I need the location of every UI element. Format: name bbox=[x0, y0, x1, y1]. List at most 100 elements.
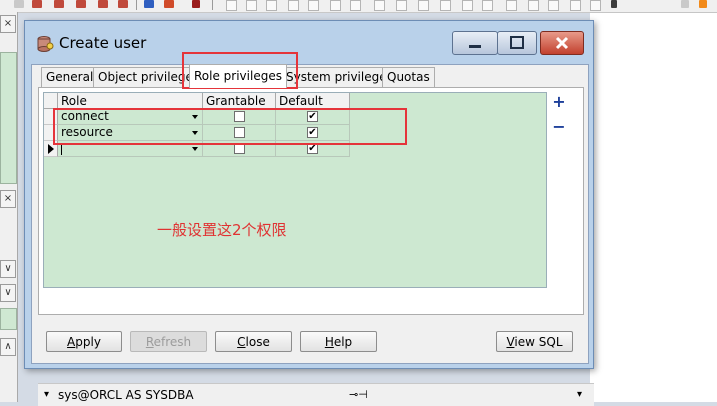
toolbar-icon[interactable] bbox=[350, 0, 361, 11]
tab-system-privileges[interactable]: System privileges bbox=[281, 67, 398, 87]
add-row-button[interactable]: + bbox=[552, 94, 566, 110]
pin-icon[interactable]: ⊸⊣ bbox=[349, 384, 368, 406]
background-left-panel: × × ∨ ∨ ∧ bbox=[0, 12, 18, 402]
grantable-checkbox[interactable] bbox=[234, 111, 245, 122]
close-button[interactable]: Close bbox=[215, 331, 292, 352]
dropdown-arrow-icon[interactable] bbox=[192, 147, 198, 151]
role-cell[interactable]: connect bbox=[58, 109, 203, 125]
dropdown-arrow-icon[interactable] bbox=[192, 115, 198, 119]
arrow-right-red-icon[interactable] bbox=[164, 0, 174, 8]
toolbar-icon[interactable] bbox=[548, 0, 559, 11]
dialog-title: Create user bbox=[59, 34, 147, 52]
toolbar-icon[interactable] bbox=[699, 0, 707, 8]
toolbar-icon[interactable] bbox=[681, 0, 689, 8]
toolbar-icon[interactable] bbox=[32, 0, 42, 8]
close-label: lose bbox=[245, 335, 270, 349]
row-indicator-current[interactable] bbox=[44, 141, 58, 157]
tab-general[interactable]: General bbox=[41, 67, 99, 87]
maximize-button[interactable] bbox=[497, 31, 537, 55]
toolbar-icon[interactable] bbox=[98, 0, 108, 8]
help-label: elp bbox=[333, 335, 353, 349]
row-indicator[interactable] bbox=[44, 109, 58, 125]
column-header-default[interactable]: Default bbox=[276, 93, 350, 109]
view-sql-button[interactable]: View SQL bbox=[496, 331, 573, 352]
toolbar-icon[interactable] bbox=[308, 0, 319, 11]
toolbar-icon[interactable] bbox=[246, 0, 257, 11]
chevron-down-icon[interactable]: ∨ bbox=[0, 284, 16, 302]
connection-status: sys@ORCL AS SYSDBA bbox=[58, 388, 194, 402]
remove-row-button[interactable]: − bbox=[552, 119, 566, 135]
role-value: resource bbox=[61, 125, 113, 139]
default-cell: ✔ bbox=[276, 125, 350, 141]
create-user-dialog: Create user General Object privileges Ro… bbox=[24, 20, 594, 406]
help-button[interactable]: Help bbox=[300, 331, 377, 352]
close-window-button[interactable] bbox=[540, 31, 584, 55]
toolbar-icon[interactable] bbox=[266, 0, 277, 11]
tab-object-privileges[interactable]: Object privileges bbox=[93, 67, 205, 87]
toolbar-icon[interactable] bbox=[590, 0, 601, 11]
stop-icon[interactable] bbox=[192, 0, 200, 8]
grid-header-corner bbox=[44, 93, 58, 109]
tab-role-privileges[interactable]: Role privileges bbox=[189, 64, 287, 88]
chevron-down-icon[interactable]: ▾ bbox=[44, 384, 49, 406]
arrow-right-blue-icon[interactable] bbox=[144, 0, 154, 8]
chevron-down-icon[interactable]: ∨ bbox=[0, 260, 16, 278]
grantable-checkbox[interactable] bbox=[234, 143, 245, 154]
default-cell: ✔ bbox=[276, 141, 350, 157]
toolbar-icon[interactable] bbox=[528, 0, 539, 11]
column-header-grantable[interactable]: Grantable bbox=[203, 93, 276, 109]
toolbar-icon[interactable] bbox=[118, 0, 128, 8]
chevron-up-icon[interactable]: ∧ bbox=[0, 338, 16, 356]
background-panel-area bbox=[0, 308, 17, 330]
toolbar-icon[interactable] bbox=[14, 0, 24, 8]
row-indicator[interactable] bbox=[44, 125, 58, 141]
default-cell: ✔ bbox=[276, 109, 350, 125]
toolbar-icon[interactable] bbox=[226, 0, 237, 11]
toolbar-separator bbox=[212, 0, 213, 10]
default-checkbox[interactable]: ✔ bbox=[307, 143, 318, 154]
toolbar-icon[interactable] bbox=[440, 0, 451, 11]
chevron-down-icon[interactable]: ▾ bbox=[577, 384, 582, 406]
default-checkbox[interactable]: ✔ bbox=[307, 127, 318, 138]
toolbar-icon[interactable] bbox=[76, 0, 86, 8]
grantable-cell bbox=[203, 109, 276, 125]
apply-label: pply bbox=[75, 335, 101, 349]
role-cell[interactable] bbox=[58, 141, 203, 157]
refresh-button[interactable]: Refresh bbox=[130, 331, 207, 352]
background-right-panel bbox=[590, 12, 717, 402]
toolbar-icon[interactable] bbox=[482, 0, 493, 11]
role-cell[interactable]: resource bbox=[58, 125, 203, 141]
column-header-role[interactable]: Role bbox=[58, 93, 203, 109]
dialog-client-area: General Object privileges Role privilege… bbox=[31, 64, 594, 406]
toolbar-icon[interactable] bbox=[54, 0, 64, 8]
toolbar-icon[interactable] bbox=[396, 0, 407, 11]
status-bar: ▾ sys@ORCL AS SYSDBA ⊸⊣ ▾ bbox=[38, 383, 594, 406]
role-privileges-grid: Role Grantable Default connect ✔ resourc… bbox=[43, 92, 547, 288]
refresh-label-accel: R bbox=[145, 335, 154, 349]
tab-quotas[interactable]: Quotas bbox=[382, 67, 435, 87]
close-icon[interactable]: × bbox=[0, 15, 16, 33]
help-label-accel: H bbox=[324, 335, 334, 349]
toolbar-icon[interactable] bbox=[374, 0, 385, 11]
toolbar-icon[interactable] bbox=[506, 0, 517, 11]
toolbar-icon[interactable] bbox=[611, 0, 617, 8]
toolbar-icon[interactable] bbox=[418, 0, 429, 11]
minimize-icon bbox=[469, 45, 481, 48]
toolbar-icon[interactable] bbox=[330, 0, 341, 11]
role-privileges-panel: Role Grantable Default connect ✔ resourc… bbox=[38, 87, 584, 315]
toolbar-separator bbox=[136, 0, 137, 10]
default-checkbox[interactable]: ✔ bbox=[307, 111, 318, 122]
dialog-titlebar[interactable]: Create user bbox=[25, 21, 593, 65]
background-panel-area bbox=[0, 52, 17, 184]
grantable-checkbox[interactable] bbox=[234, 127, 245, 138]
dropdown-arrow-icon[interactable] bbox=[192, 131, 198, 135]
minimize-button[interactable] bbox=[452, 31, 498, 55]
annotation-note: 一般设置这2个权限 bbox=[157, 221, 287, 239]
database-user-icon bbox=[37, 36, 54, 52]
toolbar-icon[interactable] bbox=[288, 0, 299, 11]
close-icon[interactable]: × bbox=[0, 190, 16, 208]
toolbar-icon[interactable] bbox=[570, 0, 581, 11]
toolbar-icon[interactable] bbox=[462, 0, 473, 11]
text-cursor bbox=[61, 143, 62, 155]
apply-button[interactable]: Apply bbox=[46, 331, 122, 352]
